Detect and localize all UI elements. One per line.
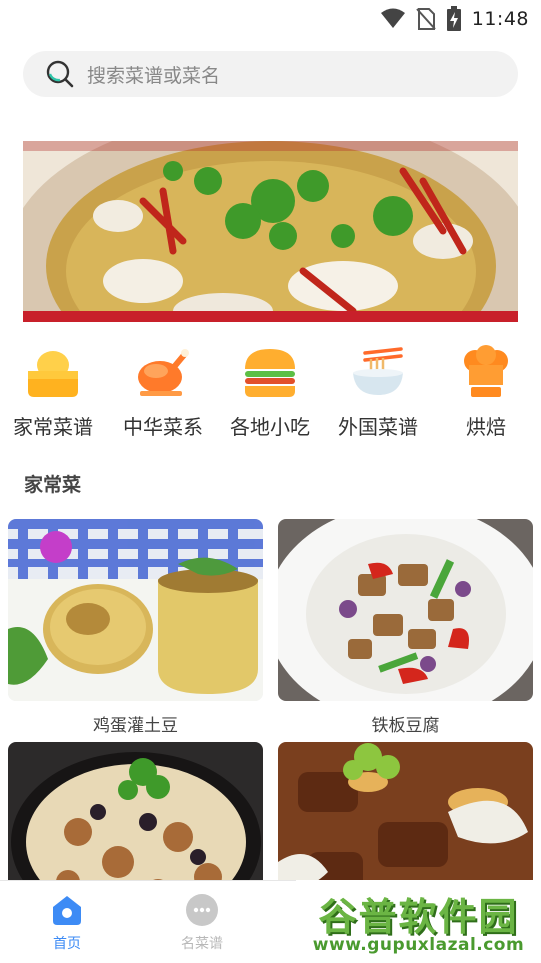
nav-home[interactable]: 首页: [32, 893, 102, 953]
battery-charging-icon: [446, 6, 461, 31]
burger-icon: [245, 349, 295, 397]
recipe-name: 铁板豆腐: [371, 716, 440, 736]
banner-image[interactable]: [23, 141, 518, 322]
fish-dish-photo: [23, 141, 518, 322]
recipe-card[interactable]: 铁板豆腐: [278, 519, 533, 736]
category-label: 外国菜谱: [338, 415, 418, 439]
roast-chicken-icon: [138, 349, 189, 396]
search-bar[interactable]: 搜索菜谱或菜名: [23, 51, 518, 97]
watermark-title: 谷普软件园: [318, 895, 519, 939]
status-icons: 11:48: [380, 6, 529, 32]
home-icon: [53, 896, 81, 925]
nav-famous-recipes[interactable]: 名菜谱: [167, 893, 237, 953]
category-local-snacks[interactable]: 各地小吃: [215, 345, 325, 440]
no-sim-icon: [415, 8, 436, 30]
tofu-icon: [28, 351, 78, 397]
watermark-url: www.gupuxlazal.com: [312, 935, 525, 955]
recipe-card[interactable]: 鸡蛋灌土豆: [8, 519, 263, 736]
category-label: 烘焙: [466, 415, 506, 439]
category-label: 各地小吃: [230, 415, 310, 439]
wifi-icon: [380, 8, 405, 28]
recipe-photo-iron-plate-tofu: [278, 519, 533, 701]
category-baking[interactable]: 烘焙: [431, 345, 541, 440]
search-input[interactable]: 搜索菜谱或菜名: [87, 61, 220, 88]
category-chinese-cuisine[interactable]: 中华菜系: [108, 345, 218, 440]
category-home-cooking[interactable]: 家常菜谱: [0, 345, 108, 440]
nav-label: 名菜谱: [181, 936, 223, 952]
section-title: 家常菜: [24, 474, 82, 496]
category-foreign-cuisine[interactable]: 外国菜谱: [323, 345, 433, 440]
category-label: 中华菜系: [123, 415, 203, 439]
status-time: 11:48: [471, 8, 529, 30]
status-bar: 11:48: [0, 0, 541, 36]
watermark: 谷普软件园 www.gupuxlazal.com: [296, 880, 541, 963]
noodle-bowl-icon: [353, 347, 403, 395]
category-row: 家常菜谱 中华菜系 各地小吃 外国菜谱 烘焙: [0, 345, 541, 440]
chat-bubble-icon: [186, 894, 218, 926]
nav-label: 首页: [53, 936, 81, 952]
search-icon: [46, 60, 74, 88]
category-label: 家常菜谱: [13, 415, 93, 439]
recipe-photo-stuffed-potato: [8, 519, 263, 701]
chef-hat-icon: [464, 345, 508, 397]
recipe-name: 鸡蛋灌土豆: [93, 716, 178, 736]
